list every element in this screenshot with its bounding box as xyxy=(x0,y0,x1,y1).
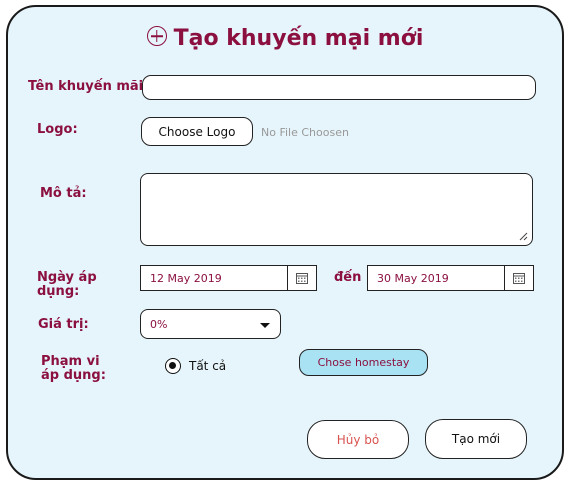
scope-all-radio[interactable] xyxy=(165,358,181,374)
calendar-icon[interactable] xyxy=(504,266,533,290)
radio-selected-dot xyxy=(169,362,176,369)
value-select[interactable]: 0% xyxy=(140,309,281,339)
apply-date-label: Ngày áp dụng: xyxy=(37,270,97,299)
choose-logo-button[interactable]: Choose Logo xyxy=(141,117,253,146)
logo-file-hint: No File Choosen xyxy=(261,126,349,139)
choose-homestay-button[interactable]: Chose homestay xyxy=(299,349,428,376)
date-to-value: 30 May 2019 xyxy=(377,272,449,285)
modal-title: Tạo khuyến mại mới xyxy=(8,26,562,51)
create-button[interactable]: Tạo mới xyxy=(425,419,527,459)
description-label: Mô tả: xyxy=(40,186,87,201)
promotion-name-label: Tên khuyến mãi: xyxy=(28,79,149,94)
resize-handle-icon[interactable] xyxy=(519,232,528,241)
scope-label: Phạm vi áp dụng: xyxy=(41,354,106,383)
date-from-value: 12 May 2019 xyxy=(150,272,222,285)
date-from-input[interactable]: 12 May 2019 xyxy=(140,265,317,291)
scope-all-label: Tất cả xyxy=(189,359,227,373)
description-textarea[interactable] xyxy=(140,173,533,246)
cancel-button[interactable]: Hủy bỏ xyxy=(307,420,409,459)
date-to-input[interactable]: 30 May 2019 xyxy=(367,265,534,291)
promotion-name-input[interactable] xyxy=(142,75,536,100)
calendar-icon[interactable] xyxy=(287,266,316,290)
value-label: Giá trị: xyxy=(38,317,89,332)
chevron-down-icon xyxy=(260,323,270,328)
create-promotion-modal: Tạo khuyến mại mới Tên khuyến mãi: Logo:… xyxy=(6,5,564,480)
plus-circle-icon xyxy=(146,26,167,46)
logo-label: Logo: xyxy=(37,122,78,137)
value-select-value: 0% xyxy=(150,318,168,331)
modal-title-text: Tạo khuyến mại mới xyxy=(173,26,424,51)
date-to-label: đến xyxy=(334,270,362,285)
